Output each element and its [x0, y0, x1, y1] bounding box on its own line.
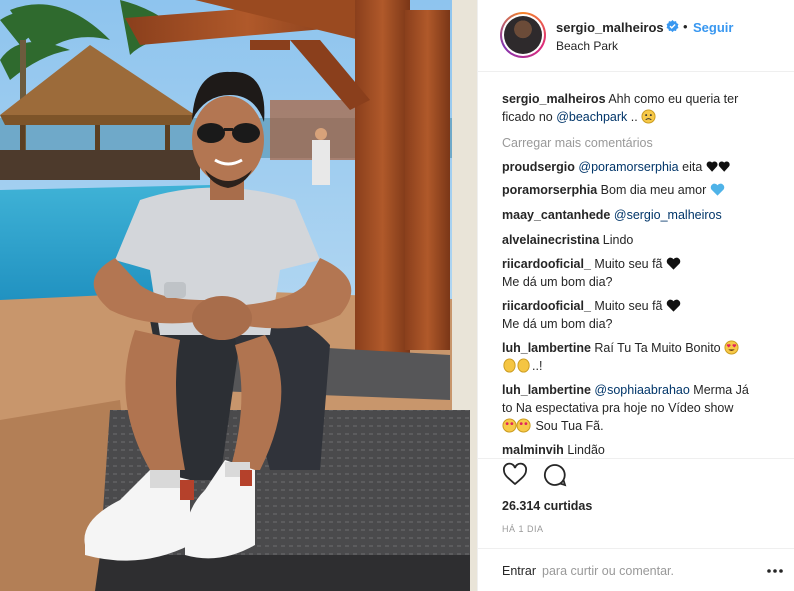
load-more-label[interactable]: Carregar mais comentários [502, 136, 653, 150]
post-author-username[interactable]: sergio_malheiros [556, 20, 664, 35]
caption-text: Ahh como eu queria ter [608, 92, 739, 106]
comment-text-line2: to Na espectativa pra hoje no Vídeo show [502, 401, 734, 415]
login-link[interactable]: Entrar [502, 564, 536, 578]
comment-item: riicardooficial_ Muito seu fã Me dá um b… [502, 297, 788, 333]
load-more-comments[interactable]: Carregar mais comentários [502, 134, 788, 152]
comment-text-line2: ..! [532, 359, 543, 373]
heart-eyes-emoji-pair [502, 418, 531, 433]
comment-text: Muito seu fã [594, 299, 666, 313]
clapping-hands-emoji [503, 358, 530, 373]
comment-text: eita [678, 160, 706, 174]
comment-item: malminvih Lindão [502, 441, 788, 459]
black-hearts-emoji [706, 161, 730, 172]
comment-username[interactable]: riicardooficial_ [502, 257, 591, 271]
comment-icon[interactable] [542, 462, 568, 488]
login-prompt: para curtir ou comentar. [542, 564, 675, 578]
comment-composer: Entrar para curtir ou comentar. [478, 548, 794, 591]
comment-text: Merma Já [689, 383, 749, 397]
post-timestamp[interactable]: HÁ 1 DIA [502, 524, 544, 534]
comment-mention[interactable]: @sophiaabrahao [594, 383, 689, 397]
comment-mention[interactable]: @sergio_malheiros [614, 208, 722, 222]
comment-text: Lindão [567, 443, 605, 457]
post-photo-illustration [0, 0, 477, 591]
comment-text: Lindo [602, 233, 634, 247]
comment-username[interactable]: luh_lambertine [502, 383, 591, 397]
comment-item: maay_cantanhede @sergio_malheiros [502, 206, 788, 224]
comment-text: Bom dia meu amor [600, 183, 710, 197]
comment-item: riicardooficial_ Muito seu fã Me dá um b… [502, 255, 788, 291]
more-options-icon[interactable] [767, 569, 783, 573]
comment-username[interactable]: luh_lambertine [502, 341, 591, 355]
black-heart-emoji [666, 257, 681, 270]
comment-text-line3: Sou Tua Fã. [532, 419, 604, 433]
comment-item: poramorserphia Bom dia meu amor [502, 181, 788, 199]
comment-item: proudsergio @poramorserphia eita [502, 158, 788, 176]
caption-text-3: .. [627, 110, 642, 124]
follow-button[interactable]: Seguir [693, 20, 733, 35]
sad-face-emoji [641, 109, 656, 124]
avatar[interactable] [500, 12, 546, 58]
actions-divider [478, 458, 794, 459]
comment-mention[interactable]: @poramorserphia [578, 160, 678, 174]
comment-text: Muito seu fã [594, 257, 666, 271]
post-sidebar: sergio_malheiros • Seguir Beach Park ser… [477, 0, 794, 591]
verified-badge-icon [666, 20, 679, 33]
post-photo[interactable] [0, 0, 477, 591]
post-location[interactable]: Beach Park [556, 39, 618, 53]
comment-text-line2: Me dá um bom dia? [502, 317, 613, 331]
comment-username[interactable]: alvelainecristina [502, 233, 599, 247]
blue-heart-emoji [710, 183, 724, 196]
separator-dot: • [683, 19, 688, 34]
comment-username[interactable]: proudsergio [502, 160, 575, 174]
black-heart-emoji [666, 299, 681, 312]
caption-mention[interactable]: @beachpark [556, 110, 627, 124]
caption: sergio_malheiros Ahh como eu queria ter … [502, 90, 788, 126]
comment-item: luh_lambertine Raí Tu Ta Muito Bonito ..… [502, 339, 788, 375]
comment-text: Raí Tu Ta Muito Bonito [594, 341, 725, 355]
heart-eyes-emoji [724, 340, 739, 355]
like-count[interactable]: 26.314 curtidas [502, 499, 592, 513]
caption-text-2: ficado no [502, 110, 557, 124]
caption-username[interactable]: sergio_malheiros [502, 92, 606, 106]
comment-username[interactable]: malminvih [502, 443, 564, 457]
avatar-image [504, 16, 542, 54]
post-header: sergio_malheiros • Seguir Beach Park [478, 0, 794, 72]
comment-username[interactable]: poramorserphia [502, 183, 597, 197]
comment-item: alvelainecristina Lindo [502, 231, 788, 249]
heart-icon[interactable] [502, 462, 528, 488]
comment-text-line2: Me dá um bom dia? [502, 275, 613, 289]
comment-username[interactable]: riicardooficial_ [502, 299, 591, 313]
comment-username[interactable]: maay_cantanhede [502, 208, 610, 222]
comment-item: luh_lambertine @sophiaabrahao Merma Já t… [502, 381, 788, 435]
